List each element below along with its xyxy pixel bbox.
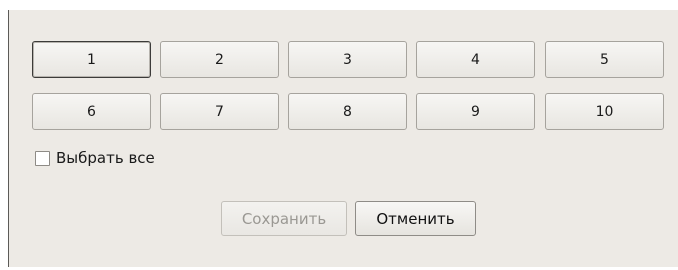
dialog: 1 2 3 4 5 6 7 8 9 10 Выбрать все Сохрани… bbox=[8, 10, 678, 267]
cancel-button[interactable]: Отменить bbox=[355, 201, 476, 236]
number-button-7[interactable]: 7 bbox=[160, 93, 279, 130]
number-button-4[interactable]: 4 bbox=[416, 41, 535, 78]
number-button-9[interactable]: 9 bbox=[416, 93, 535, 130]
save-button[interactable]: Сохранить bbox=[221, 201, 347, 236]
select-all-label: Выбрать все bbox=[56, 149, 155, 167]
number-button-3[interactable]: 3 bbox=[288, 41, 407, 78]
number-button-6[interactable]: 6 bbox=[32, 93, 151, 130]
number-button-2[interactable]: 2 bbox=[160, 41, 279, 78]
number-button-5[interactable]: 5 bbox=[545, 41, 664, 78]
number-button-10[interactable]: 10 bbox=[545, 93, 664, 130]
number-button-1[interactable]: 1 bbox=[32, 41, 151, 78]
checkbox-box[interactable] bbox=[35, 150, 50, 166]
number-button-8[interactable]: 8 bbox=[288, 93, 407, 130]
select-all-checkbox[interactable]: Выбрать все bbox=[35, 148, 155, 168]
